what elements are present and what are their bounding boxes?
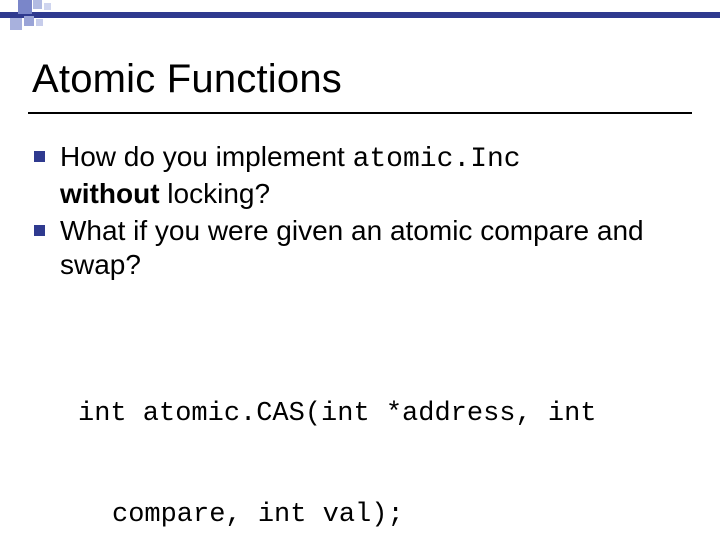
bullet-text-pre: How do you implement bbox=[60, 141, 353, 172]
deco-square bbox=[24, 16, 34, 26]
deco-square bbox=[10, 18, 22, 30]
deco-square bbox=[33, 0, 42, 9]
bullet-text: What if you were given an atomic compare… bbox=[60, 215, 644, 280]
slide-title: Atomic Functions bbox=[32, 57, 342, 102]
code-line: compare, int val); bbox=[78, 499, 678, 533]
deco-square bbox=[18, 0, 32, 14]
header-bar bbox=[0, 12, 720, 18]
square-bullet-icon bbox=[34, 151, 45, 162]
deco-square bbox=[44, 3, 51, 10]
bullet-item: What if you were given an atomic compare… bbox=[34, 214, 694, 283]
code-block: int atomic.CAS(int *address, int compare… bbox=[78, 330, 678, 540]
title-underline bbox=[28, 112, 692, 114]
deco-square bbox=[36, 19, 43, 26]
code-line: int atomic.CAS(int *address, int bbox=[78, 398, 678, 432]
slide-body: How do you implement atomic.Inc without … bbox=[34, 140, 694, 285]
bullet-code: atomic.Inc bbox=[353, 144, 521, 175]
bullet-strong: without bbox=[60, 178, 160, 209]
header-decoration bbox=[0, 0, 720, 32]
bullet-text-post: locking? bbox=[160, 178, 271, 209]
slide: Atomic Functions How do you implement at… bbox=[0, 0, 720, 540]
square-bullet-icon bbox=[34, 225, 45, 236]
bullet-item: How do you implement atomic.Inc without … bbox=[34, 140, 694, 212]
